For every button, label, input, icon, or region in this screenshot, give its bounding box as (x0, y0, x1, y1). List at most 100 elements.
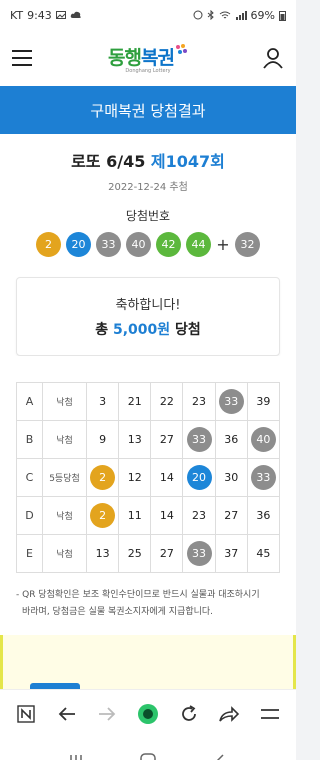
hamburger-menu-icon[interactable] (12, 50, 34, 66)
winning-ball: 20 (66, 232, 91, 257)
ticket-row-result: 낙첨 (42, 382, 87, 421)
winning-ball: 42 (156, 232, 181, 257)
share-icon[interactable] (217, 702, 241, 726)
ticket-row-label: D (16, 496, 43, 535)
signal-icon (235, 11, 247, 20)
ticket-cell: 2 (85, 458, 120, 497)
ticket-number: 27 (159, 547, 174, 560)
matched-number: 20 (186, 465, 212, 490)
battery-icon (279, 10, 286, 21)
ticket-number: 3 (99, 395, 107, 408)
ticket-cell: 3 (85, 382, 120, 421)
ticket-number: 23 (192, 395, 207, 408)
ticket-row-label: E (16, 534, 43, 573)
ticket-row: C 5등당첨 2 12 14 20 30 33 (16, 458, 281, 497)
home-button-icon[interactable] (139, 752, 157, 760)
ticket-cell: 36 (214, 420, 248, 459)
winning-numbers: 2 20 33 40 42 44 +32 (0, 232, 296, 257)
ticket-cell: 13 (85, 534, 120, 573)
ticket-row-result: 낙첨 (42, 420, 87, 459)
recent-apps-icon[interactable] (68, 753, 84, 760)
forward-arrow-icon[interactable] (95, 702, 119, 726)
home-dot-icon[interactable] (136, 702, 160, 726)
peek-tab[interactable] (30, 683, 80, 689)
ticket-number: 11 (127, 509, 142, 522)
refresh-icon[interactable] (177, 702, 201, 726)
ticket-number: 37 (224, 547, 239, 560)
back-button-icon[interactable] (212, 753, 228, 760)
app-header: 동행복권 Donghang Lottery (0, 30, 296, 86)
ticket-cell: 37 (214, 534, 248, 573)
winning-ball: 33 (96, 232, 121, 257)
matched-number: 40 (250, 427, 276, 452)
system-nav-bar (0, 737, 296, 760)
ticket-number: 27 (224, 509, 239, 522)
prize-amount: 5,000원 (112, 322, 171, 338)
logo-text-a: 동행 (108, 46, 142, 69)
page-title-bar: 구매복권 당첨결과 (0, 86, 296, 134)
ticket-number: 14 (159, 509, 174, 522)
ticket-cell: 27 (150, 420, 184, 459)
notice-text: - QR 당첨확인은 보조 확인수단이므로 반드시 실물과 대조하시기 바라며,… (0, 573, 296, 635)
ticket-row-label: B (16, 420, 43, 459)
ticket-cell: 22 (150, 382, 184, 421)
winning-ball: 44 (186, 232, 211, 257)
plus-sign: + (216, 235, 230, 254)
carrier-text: KT (10, 8, 24, 22)
congrats-message: 축하합니다! (115, 298, 181, 313)
notice-line-2: 바라며, 당첨금은 실물 복권소지자에게 지급합니다. (22, 607, 214, 617)
ticket-cell: 33 (246, 458, 281, 497)
naver-n-icon[interactable] (14, 702, 38, 726)
matched-number: 2 (90, 503, 116, 528)
menu-icon[interactable] (258, 702, 282, 726)
ticket-cell: 36 (246, 496, 281, 535)
wifi-icon (219, 11, 230, 19)
ticket-cell: 27 (150, 534, 184, 573)
result-box: 축하합니다! 총 5,000원 당첨 (16, 277, 280, 356)
prize-prefix: 총 (95, 322, 109, 338)
matched-number: 33 (186, 427, 212, 452)
ticket-number: 13 (127, 433, 142, 446)
notice-line-1: - QR 당첨확인은 보조 확인수단이므로 반드시 실물과 대조하시기 (16, 590, 260, 600)
ticket-row: D 낙첨 2 11 14 23 27 36 (16, 496, 281, 535)
ticket-number: 9 (99, 433, 107, 446)
ticket-number: 27 (159, 433, 174, 446)
logo[interactable]: 동행복권 Donghang Lottery (108, 43, 188, 74)
ticket-number: 30 (224, 471, 239, 484)
ticket-cell: 21 (118, 382, 152, 421)
bluetooth-icon (207, 10, 214, 20)
ticket-number: 12 (127, 471, 142, 484)
ticket-row: B 낙첨 9 13 27 33 36 40 (16, 420, 281, 459)
ticket-row-label: C (16, 458, 43, 497)
matched-number: 33 (218, 389, 244, 414)
ticket-number: 39 (256, 395, 271, 408)
status-bar: KT 9:43 69% (0, 0, 296, 30)
ticket-cell: 13 (118, 420, 152, 459)
user-icon[interactable] (262, 47, 284, 69)
ticket-cell: 12 (118, 458, 152, 497)
winning-ball: 2 (36, 232, 61, 257)
draw-info: 로또 6/45 제1047회 2022-12-24 추첨 당첨번호 2 20 33 4… (0, 134, 296, 257)
winning-ball: 40 (126, 232, 151, 257)
ticket-cell: 23 (182, 382, 216, 421)
ticket-cell: 25 (118, 534, 152, 573)
winning-numbers-label: 당첨번호 (125, 209, 171, 223)
ticket-row-result: 5등당첨 (42, 458, 87, 497)
battery-text: 69% (250, 8, 275, 22)
back-arrow-icon[interactable] (55, 702, 79, 726)
ticket-cell: 14 (150, 458, 184, 497)
ticket-row-result: 낙첨 (42, 534, 87, 573)
matched-number: 2 (90, 465, 116, 490)
browser-toolbar (0, 689, 296, 737)
ticket-cell: 9 (85, 420, 120, 459)
ticket-number: 14 (159, 471, 174, 484)
time-text: 9:43 (27, 8, 52, 22)
prize-suffix: 당첨 (175, 322, 201, 338)
page-title: 구매복권 당첨결과 (90, 101, 206, 120)
logo-text-b: 복권 (141, 46, 175, 69)
game-name: 로또 6/45 (71, 152, 146, 171)
ticket-row-result: 낙첨 (42, 496, 87, 535)
ticket-row: E 낙첨 13 25 27 33 37 45 (16, 534, 281, 573)
round-number: 제1047회 (150, 152, 225, 171)
ticket-cell: 27 (214, 496, 248, 535)
